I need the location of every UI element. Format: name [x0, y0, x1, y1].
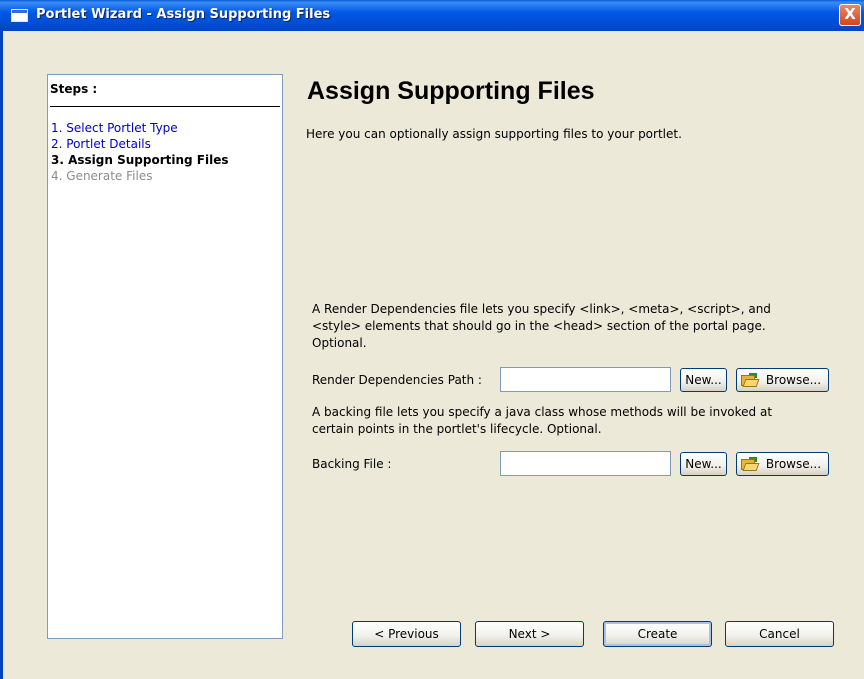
backing-file-new-button[interactable]: New... [680, 452, 727, 476]
backing-file-label: Backing File : [312, 457, 392, 471]
cancel-button[interactable]: Cancel [725, 621, 834, 647]
render-dependencies-help-line: A Render Dependencies file lets you spec… [312, 302, 771, 316]
backing-file-input[interactable] [500, 451, 671, 476]
previous-button[interactable]: < Previous [352, 621, 461, 647]
step-select-portlet-type[interactable]: 1. Select Portlet Type [51, 120, 228, 136]
open-folder-icon [741, 373, 760, 387]
page-title: Assign Supporting Files [307, 77, 595, 105]
render-dependencies-new-button[interactable]: New... [680, 368, 727, 392]
step-portlet-details[interactable]: 2. Portlet Details [51, 136, 228, 152]
title-bar: Portlet Wizard - Assign Supporting Files… [0, 0, 864, 31]
backing-file-help: A backing file lets you specify a java c… [312, 404, 832, 438]
window-icon [11, 9, 28, 22]
backing-file-help-line: A backing file lets you specify a java c… [312, 405, 773, 419]
backing-file-browse-button[interactable]: Browse... [736, 452, 829, 476]
backing-file-help-line: certain points in the portlet's lifecycl… [312, 422, 602, 436]
render-dependencies-path-input[interactable] [500, 367, 671, 392]
render-dependencies-browse-button[interactable]: Browse... [736, 368, 829, 392]
window-title: Portlet Wizard - Assign Supporting Files [36, 7, 331, 22]
window-frame-left [0, 31, 3, 679]
steps-divider [50, 106, 280, 107]
steps-panel: Steps : 1. Select Portlet Type 2. Portle… [47, 74, 283, 639]
render-dependencies-label: Render Dependencies Path : [312, 373, 482, 387]
steps-heading: Steps : [50, 82, 98, 96]
browse-button-label: Browse... [765, 457, 822, 471]
render-dependencies-help-line: Optional. [312, 336, 367, 350]
browse-button-label: Browse... [765, 373, 822, 387]
close-icon[interactable]: X [839, 4, 861, 26]
render-dependencies-help-line: <style> elements that should go in the <… [312, 319, 766, 333]
render-dependencies-help: A Render Dependencies file lets you spec… [312, 301, 832, 352]
step-assign-supporting-files: 3. Assign Supporting Files [51, 153, 229, 167]
next-button[interactable]: Next > [475, 621, 584, 647]
steps-list: 1. Select Portlet Type 2. Portlet Detail… [51, 120, 228, 184]
open-folder-icon [741, 457, 760, 471]
step-generate-files: 4. Generate Files [51, 169, 153, 183]
create-button[interactable]: Create [603, 621, 712, 647]
page-description: Here you can optionally assign supportin… [306, 127, 682, 141]
